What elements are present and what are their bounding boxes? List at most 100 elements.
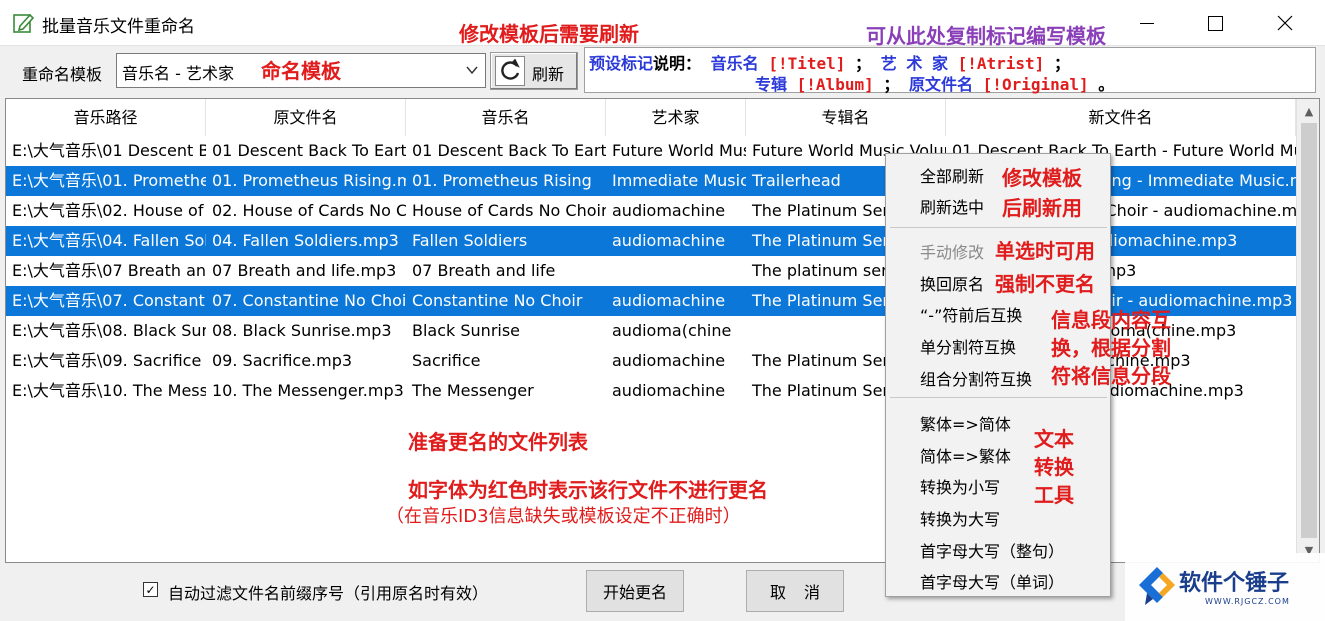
tag-legend-box[interactable]: 预设标记说明： 音乐名 [!Titel] ； 艺 术 家 [!Atrist] ；… bbox=[584, 47, 1316, 95]
cell-original: 10. The Messenger.mp3 bbox=[212, 381, 404, 400]
refresh-button[interactable]: 刷新 bbox=[490, 52, 578, 90]
menu-item-refresh-selected[interactable]: 刷新选中 bbox=[920, 194, 984, 218]
minimize-icon bbox=[1140, 22, 1154, 24]
scroll-thumb[interactable] bbox=[1301, 123, 1317, 538]
close-button[interactable] bbox=[1256, 0, 1314, 46]
legend-intro: 预设标记 bbox=[589, 54, 654, 73]
menu-item-simp-to-trad[interactable]: 简体=>繁体 bbox=[920, 443, 1011, 467]
cell-artist: audiomachine bbox=[612, 351, 726, 370]
cancel-button[interactable]: 取消 bbox=[746, 570, 844, 612]
legend-line-2: 专辑 [!Album] ； 原文件名 [!Original] 。 bbox=[755, 71, 1114, 95]
cell-music: House of Cards No Choir bbox=[412, 201, 606, 220]
cell-artist: Immediate Music bbox=[612, 171, 746, 190]
template-value: 音乐名 - 艺术家 bbox=[122, 64, 234, 83]
cell-path: E:\大气音乐\10. The Messenger bbox=[12, 381, 206, 400]
checkmark-icon: ✓ bbox=[145, 582, 156, 597]
annotation-menu-text-1: 文本 bbox=[1034, 427, 1074, 451]
cell-path: E:\大气音乐\07 Breath and life bbox=[12, 261, 206, 280]
maximize-button[interactable] bbox=[1186, 0, 1244, 46]
menu-item-manual-edit[interactable]: 手动修改 bbox=[920, 239, 984, 263]
scroll-up-icon[interactable]: ▲ bbox=[1297, 99, 1319, 123]
chevron-down-icon bbox=[466, 66, 478, 75]
annotation-red-font-note: 如字体为红色时表示该行文件不进行更名 bbox=[408, 478, 768, 502]
cell-path: E:\大气音乐\02. House of Cards bbox=[12, 201, 206, 220]
column-header-album[interactable]: 专辑名 bbox=[746, 99, 946, 136]
annotation-menu-text-2: 转换 bbox=[1034, 455, 1074, 479]
menu-item-capitalize-words[interactable]: 首字母大写（单词） bbox=[920, 569, 1064, 593]
refresh-label: 刷新 bbox=[532, 65, 565, 84]
watermark-url: WWW.RJGCZ.COM bbox=[1205, 597, 1290, 606]
annotation-menu-refresh-1: 修改模板 bbox=[1002, 166, 1082, 190]
annotation-menu-text-3: 工具 bbox=[1034, 483, 1074, 507]
menu-item-swap-single[interactable]: 单分割符互换 bbox=[920, 334, 1016, 358]
annotation-refresh-note: 修改模板后需要刷新 bbox=[459, 22, 639, 46]
menu-item-capitalize-sentence[interactable]: 首字母大写（整句） bbox=[920, 538, 1064, 562]
menu-item-uppercase[interactable]: 转换为大写 bbox=[920, 506, 1000, 530]
cell-music: Fallen Soldiers bbox=[412, 231, 528, 250]
template-label: 重命名模板 bbox=[22, 65, 103, 84]
cell-music: 01. Prometheus Rising bbox=[412, 171, 592, 190]
cell-original: 04. Fallen Soldiers.mp3 bbox=[212, 231, 399, 250]
column-header-music[interactable]: 音乐名 bbox=[406, 99, 606, 136]
cell-original: 07 Breath and life.mp3 bbox=[212, 261, 397, 280]
legend-end: 。 bbox=[1098, 75, 1115, 94]
cell-original: 07. Constantine No Choir bbox=[212, 291, 406, 310]
menu-item-swap-combined[interactable]: 组合分割符互换 bbox=[920, 366, 1032, 390]
refresh-icon-box bbox=[495, 56, 525, 86]
file-list-header: 音乐路径 原文件名 音乐名 艺术家 专辑名 新文件名 bbox=[6, 99, 1296, 136]
legend-intro-suffix: 说明： bbox=[653, 54, 702, 73]
menu-separator bbox=[890, 397, 1107, 398]
window-title: 批量音乐文件重命名 bbox=[42, 17, 195, 37]
start-rename-button[interactable]: 开始更名 bbox=[586, 570, 684, 612]
legend-music-label: 音乐名 bbox=[710, 54, 759, 73]
legend-album-tag: [!Album] bbox=[796, 75, 874, 94]
title-bar: 批量音乐文件重命名 bbox=[0, 0, 1325, 46]
cell-music: Sacrifice bbox=[412, 351, 481, 370]
cell-artist: audioma(chine bbox=[612, 321, 732, 340]
column-header-path[interactable]: 音乐路径 bbox=[6, 99, 206, 136]
menu-item-trad-to-simp[interactable]: 繁体=>简体 bbox=[920, 411, 1011, 435]
cell-path: E:\大气音乐\07. Constantine No Choir bbox=[12, 291, 206, 310]
cell-artist: audiomachine bbox=[612, 231, 726, 250]
annotation-menu-segment-2: 换，根据分割 bbox=[1051, 336, 1171, 360]
vertical-scrollbar[interactable]: ▲ ▼ bbox=[1296, 99, 1319, 562]
minimize-button[interactable] bbox=[1118, 0, 1176, 46]
cell-path: E:\大气音乐\01 Descent Back To Earth bbox=[12, 141, 206, 160]
annotation-menu-single: 单选时可用 bbox=[995, 239, 1095, 263]
menu-item-restore-name[interactable]: 换回原名 bbox=[920, 271, 984, 295]
annotation-menu-force: 强制不更名 bbox=[995, 272, 1095, 296]
cell-path: E:\大气音乐\04. Fallen Soldiers bbox=[12, 231, 206, 250]
cell-music: Constantine No Choir bbox=[412, 291, 583, 310]
legend-sep-3: ； bbox=[883, 75, 900, 94]
cell-original: 01. Prometheus Rising.mp3 bbox=[212, 171, 406, 190]
cell-original: 02. House of Cards No Choir bbox=[212, 201, 406, 220]
menu-item-swap-dash[interactable]: “-”符前后互换 bbox=[920, 302, 1022, 326]
column-header-original[interactable]: 原文件名 bbox=[206, 99, 406, 136]
column-header-newname[interactable]: 新文件名 bbox=[946, 99, 1296, 136]
auto-filter-label[interactable]: 自动过滤文件名前缀序号（引用原名时有效） bbox=[168, 580, 488, 604]
watermark: 软件个锤子 WWW.RJGCZ.COM bbox=[1125, 553, 1325, 621]
column-header-artist[interactable]: 艺术家 bbox=[606, 99, 746, 136]
cell-artist: Future World Music bbox=[612, 141, 746, 160]
annotation-red-font-reason: （在音乐ID3信息缺失或模板设定不正确时） bbox=[386, 506, 741, 527]
cell-artist: audiomachine bbox=[612, 201, 726, 220]
cell-path: E:\大气音乐\01. Prometheus Rising bbox=[12, 171, 206, 190]
legend-original-label: 原文件名 bbox=[909, 75, 974, 94]
cell-artist: audiomachine bbox=[612, 381, 726, 400]
cell-music: 01 Descent Back To Earth bbox=[412, 141, 606, 160]
cell-original: 09. Sacrifice.mp3 bbox=[212, 351, 353, 370]
menu-item-lowercase[interactable]: 转换为小写 bbox=[920, 474, 1000, 498]
maximize-icon bbox=[1207, 15, 1223, 31]
watermark-brand: 软件个锤子 bbox=[1179, 571, 1290, 596]
refresh-icon bbox=[501, 58, 520, 80]
legend-album-label: 专辑 bbox=[755, 75, 788, 94]
cell-music: Black Sunrise bbox=[412, 321, 521, 340]
cell-music: 07 Breath and life bbox=[412, 261, 556, 280]
cell-original: 08. Black Sunrise.mp3 bbox=[212, 321, 392, 340]
auto-filter-checkbox[interactable]: ✓ bbox=[143, 582, 158, 597]
cell-path: E:\大气音乐\09. Sacrifice bbox=[12, 351, 202, 370]
edit-icon bbox=[13, 13, 34, 33]
menu-item-refresh-all[interactable]: 全部刷新 bbox=[920, 163, 984, 187]
cell-music: The Messenger bbox=[412, 381, 534, 400]
brand-logo-icon bbox=[1139, 567, 1175, 605]
